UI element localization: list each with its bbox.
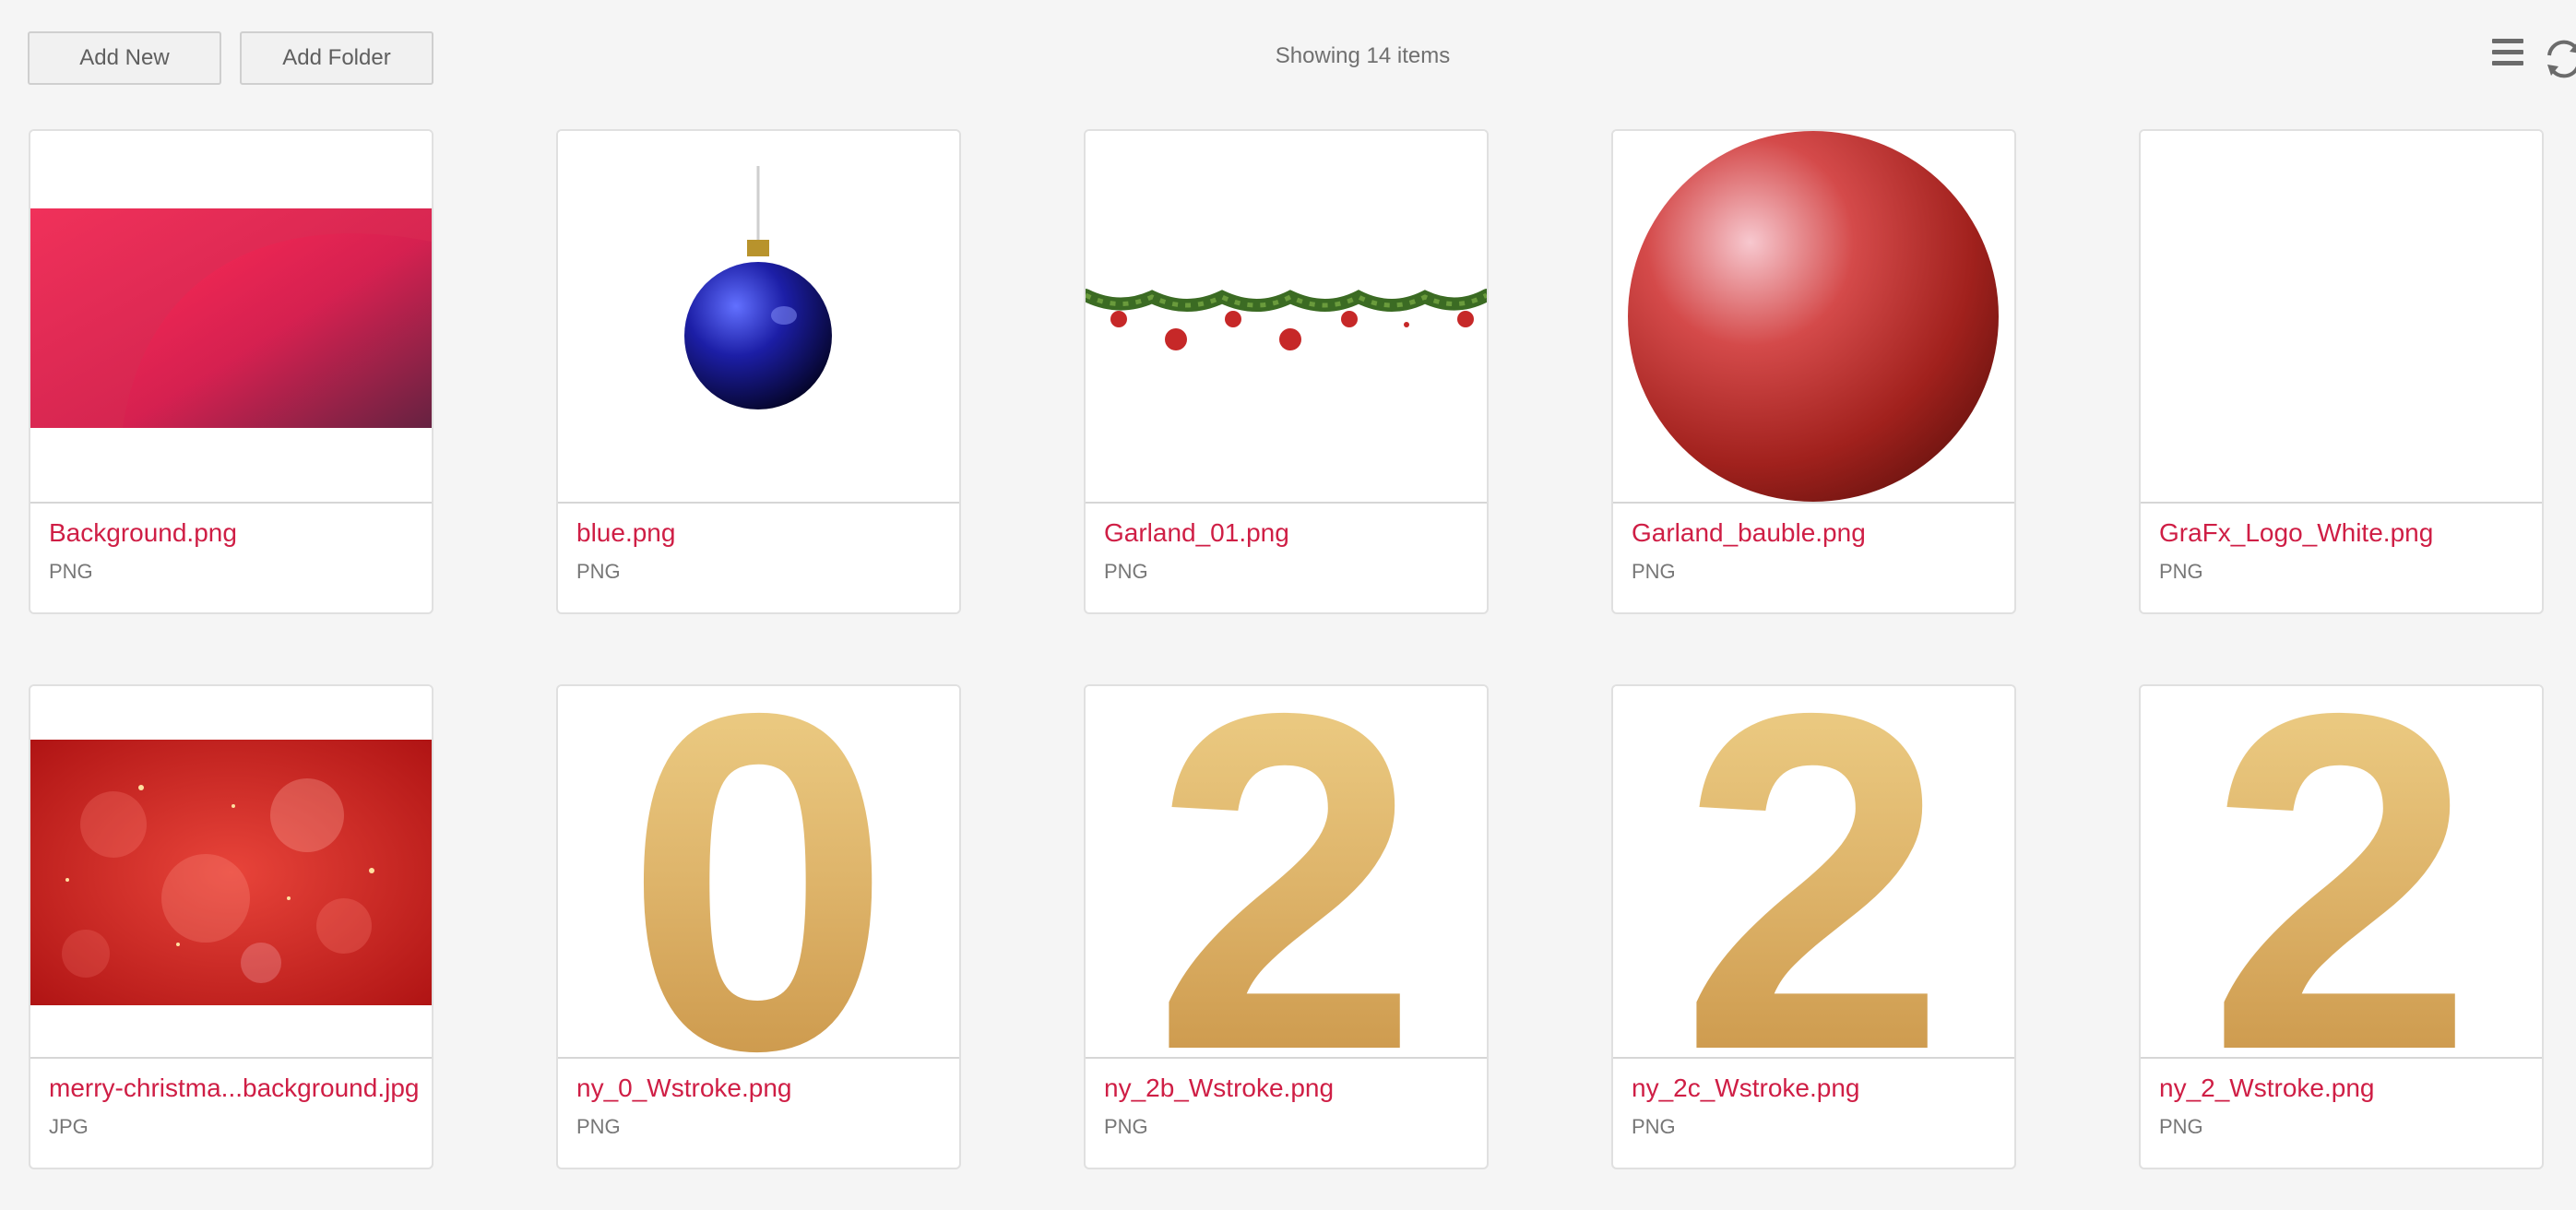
file-type: PNG	[2159, 560, 2203, 583]
thumbnail-garland	[1086, 131, 1487, 502]
file-type: PNG	[576, 1115, 621, 1138]
thumbnail-red-bauble	[1613, 131, 2014, 502]
thumbnail-white-logo	[2141, 131, 2542, 502]
thumbnail-red-bokeh	[30, 686, 432, 1057]
list-view-icon[interactable]	[2492, 39, 2523, 72]
add-new-button[interactable]: Add New	[28, 31, 221, 85]
file-name[interactable]: Background.png	[49, 518, 237, 548]
file-name[interactable]: Garland_bauble.png	[1632, 518, 1866, 548]
file-card-background[interactable]: Background.png PNG	[29, 129, 433, 614]
file-name[interactable]: blue.png	[576, 518, 675, 548]
file-type: PNG	[2159, 1115, 2203, 1138]
svg-text:2: 2	[1680, 686, 1946, 1057]
toolbar: Add New Add Folder Showing 14 items	[0, 0, 2576, 115]
thumbnail-gold-digit-0: 0	[558, 686, 959, 1057]
refresh-icon[interactable]	[2544, 39, 2576, 79]
thumbnail-blue-ornament	[558, 131, 959, 502]
svg-text:2: 2	[2207, 686, 2474, 1057]
svg-text:2: 2	[1152, 686, 1419, 1057]
file-card-garland-bauble[interactable]: Garland_bauble.png PNG	[1611, 129, 2016, 614]
file-type: PNG	[1104, 1115, 1148, 1138]
file-card-grafx-logo[interactable]: GraFx_Logo_White.png PNG	[2139, 129, 2544, 614]
file-card-garland[interactable]: Garland_01.png PNG	[1084, 129, 1489, 614]
thumbnail-gold-digit-2: 2	[2141, 686, 2542, 1057]
file-type: PNG	[1104, 560, 1148, 583]
item-count: Showing 14 items	[1275, 43, 1451, 68]
file-name[interactable]: ny_2c_Wstroke.png	[1632, 1074, 1859, 1103]
file-card-ny-2c[interactable]: 2 ny_2c_Wstroke.png PNG	[1611, 684, 2016, 1169]
file-card-merry-christmas[interactable]: merry-christma...background.jpg JPG	[29, 684, 433, 1169]
file-name[interactable]: ny_0_Wstroke.png	[576, 1074, 791, 1103]
thumbnail-gold-digit-2: 2	[1086, 686, 1487, 1057]
file-type: JPG	[49, 1115, 89, 1138]
file-card-ny-0[interactable]: 0 ny_0_Wstroke.png PNG	[556, 684, 961, 1169]
add-folder-button[interactable]: Add Folder	[240, 31, 433, 85]
file-name[interactable]: merry-christma...background.jpg	[49, 1074, 419, 1103]
thumbnail-background	[30, 131, 432, 502]
file-name[interactable]: GraFx_Logo_White.png	[2159, 518, 2433, 548]
file-name[interactable]: ny_2b_Wstroke.png	[1104, 1074, 1334, 1103]
file-name[interactable]: ny_2_Wstroke.png	[2159, 1074, 2374, 1103]
file-card-ny-2[interactable]: 2 ny_2_Wstroke.png PNG	[2139, 684, 2544, 1169]
thumbnail-gold-digit-2: 2	[1613, 686, 2014, 1057]
file-name[interactable]: Garland_01.png	[1104, 518, 1289, 548]
file-type: PNG	[49, 560, 93, 583]
file-card-blue[interactable]: blue.png PNG	[556, 129, 961, 614]
file-card-ny-2b[interactable]: 2 ny_2b_Wstroke.png PNG	[1084, 684, 1489, 1169]
file-type: PNG	[1632, 560, 1676, 583]
file-type: PNG	[1632, 1115, 1676, 1138]
svg-text:0: 0	[624, 686, 891, 1057]
file-type: PNG	[576, 560, 621, 583]
